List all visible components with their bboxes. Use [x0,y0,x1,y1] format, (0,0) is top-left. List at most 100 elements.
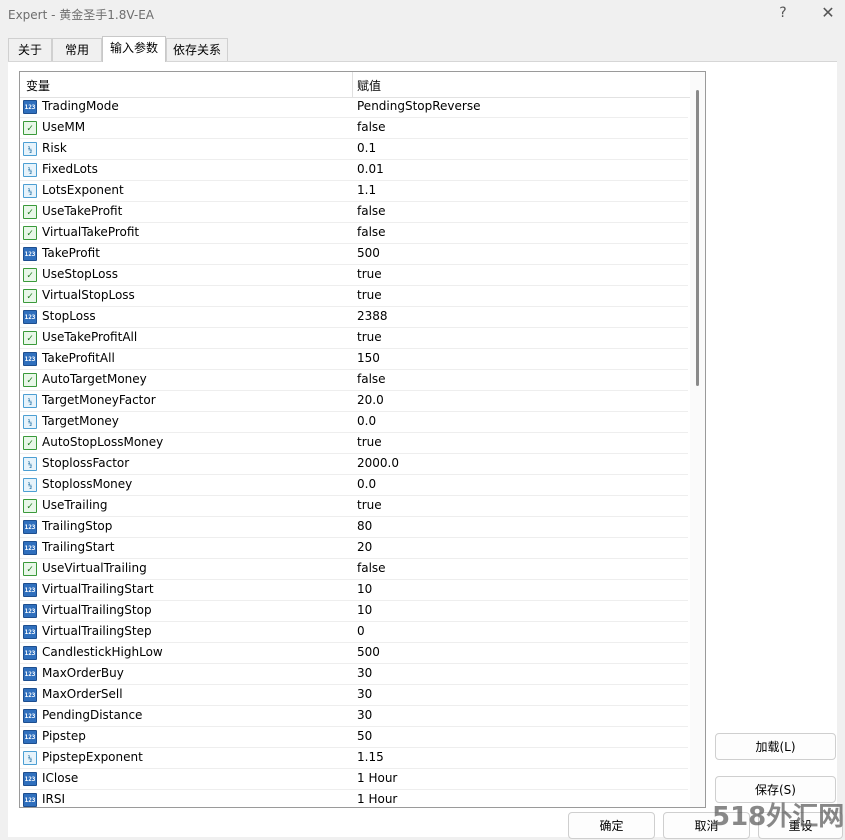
parameter-row[interactable]: ½ LotsExponent 1.1 [20,181,688,202]
parameter-name: VirtualTakeProfit [42,225,140,239]
scrollbar-thumb[interactable] [696,90,699,386]
parameter-row[interactable]: 123 IClose 1 Hour [20,769,688,790]
parameter-row[interactable]: 123 MaxOrderSell 30 [20,685,688,706]
parameter-value[interactable]: 150 [357,351,380,365]
parameter-row[interactable]: ½ Risk 0.1 [20,139,688,160]
bool-type-icon: ✓ [23,562,37,576]
parameter-value[interactable]: PendingStopReverse [357,99,481,113]
parameter-value[interactable]: 0 [357,624,365,638]
parameter-name: TakeProfitAll [42,351,115,365]
parameter-row[interactable]: ½ StoplossFactor 2000.0 [20,454,688,475]
parameter-value[interactable]: 0.0 [357,414,376,428]
parameter-row[interactable]: ✓ VirtualStopLoss true [20,286,688,307]
parameter-value[interactable]: 10 [357,603,372,617]
parameter-value[interactable]: false [357,120,386,134]
parameter-row[interactable]: ✓ UseMM false [20,118,688,139]
parameter-row[interactable]: ✓ AutoTargetMoney false [20,370,688,391]
help-button[interactable]: ? [770,2,796,24]
parameter-row[interactable]: ½ TargetMoney 0.0 [20,412,688,433]
parameter-value[interactable]: 20 [357,540,372,554]
parameter-value[interactable]: false [357,561,386,575]
parameter-value[interactable]: 80 [357,519,372,533]
parameter-row[interactable]: ✓ UseStopLoss true [20,265,688,286]
parameter-value[interactable]: 0.01 [357,162,384,176]
parameter-row[interactable]: ½ StoplossMoney 0.0 [20,475,688,496]
double-type-icon: ½ [23,478,37,492]
parameter-value[interactable]: false [357,204,386,218]
parameter-row[interactable]: ✓ UseVirtualTrailing false [20,559,688,580]
tab-dependencies[interactable]: 依存关系 [166,38,228,61]
parameter-row[interactable]: 123 VirtualTrailingStart 10 [20,580,688,601]
parameter-value[interactable]: true [357,288,382,302]
parameter-value[interactable]: 500 [357,645,380,659]
bool-type-icon: ✓ [23,226,37,240]
tab-inputs[interactable]: 输入参数 [102,36,166,62]
parameter-value[interactable]: 30 [357,666,372,680]
header-value[interactable]: 赋值 [357,77,381,94]
tab-common[interactable]: 常用 [52,38,102,61]
parameter-value[interactable]: 1.15 [357,750,384,764]
parameter-row[interactable]: 123 TakeProfitAll 150 [20,349,688,370]
parameter-row[interactable]: ✓ UseTakeProfitAll true [20,328,688,349]
bool-type-icon: ✓ [23,289,37,303]
parameter-name: VirtualStopLoss [42,288,135,302]
parameter-row[interactable]: 123 TradingMode PendingStopReverse [20,97,688,118]
parameter-value[interactable]: 0.0 [357,477,376,491]
parameter-row[interactable]: ✓ UseTrailing true [20,496,688,517]
parameter-value[interactable]: true [357,330,382,344]
parameter-value[interactable]: 2000.0 [357,456,399,470]
parameter-value[interactable]: 0.1 [357,141,376,155]
parameter-name: IRSI [42,792,66,806]
double-type-icon: ½ [23,415,37,429]
parameter-value[interactable]: 1 Hour [357,792,397,806]
parameter-value[interactable]: 20.0 [357,393,384,407]
parameter-row[interactable]: 123 MaxOrderBuy 30 [20,664,688,685]
parameter-row[interactable]: ✓ AutoStopLossMoney true [20,433,688,454]
parameter-row[interactable]: 123 CandlestickHighLow 500 [20,643,688,664]
parameter-value[interactable]: 500 [357,246,380,260]
parameter-name: VirtualTrailingStep [42,624,152,638]
parameter-row[interactable]: 123 PendingDistance 30 [20,706,688,727]
vertical-scrollbar[interactable] [690,72,705,807]
watermark-logo: 518外汇网 [712,802,845,832]
parameter-value[interactable]: true [357,267,382,281]
parameter-value[interactable]: false [357,372,386,386]
column-divider[interactable] [352,72,353,97]
parameter-name: Risk [42,141,67,155]
parameter-name: VirtualTrailingStart [42,582,154,596]
parameter-value[interactable]: 1.1 [357,183,376,197]
parameter-value[interactable]: true [357,498,382,512]
parameter-row[interactable]: 123 Pipstep 50 [20,727,688,748]
parameter-row[interactable]: ✓ UseTakeProfit false [20,202,688,223]
parameter-row[interactable]: ½ FixedLots 0.01 [20,160,688,181]
parameter-row[interactable]: ½ PipstepExponent 1.15 [20,748,688,769]
parameter-value[interactable]: 2388 [357,309,388,323]
close-button[interactable]: ✕ [815,2,841,24]
tab-about[interactable]: 关于 [8,38,52,61]
int-type-icon: 123 [23,100,37,114]
parameter-value[interactable]: true [357,435,382,449]
parameter-value[interactable]: false [357,225,386,239]
parameter-row[interactable]: 123 VirtualTrailingStop 10 [20,601,688,622]
parameter-value[interactable]: 50 [357,729,372,743]
parameter-row[interactable]: 123 TrailingStop 80 [20,517,688,538]
parameter-value[interactable]: 30 [357,708,372,722]
parameter-value[interactable]: 1 Hour [357,771,397,785]
parameter-row[interactable]: 123 TrailingStart 20 [20,538,688,559]
parameter-name: StoplossMoney [42,477,133,491]
header-variable[interactable]: 变量 [26,77,50,94]
ok-button[interactable]: 确定 [568,812,655,839]
parameter-name: UseTakeProfit [42,204,123,218]
parameter-name: TrailingStart [42,540,115,554]
load-button[interactable]: 加载(L) [715,733,836,760]
parameter-name: UseStopLoss [42,267,119,281]
parameter-value[interactable]: 30 [357,687,372,701]
parameter-row[interactable]: 123 TakeProfit 500 [20,244,688,265]
parameter-row[interactable]: ✓ VirtualTakeProfit false [20,223,688,244]
parameter-row[interactable]: ½ TargetMoneyFactor 20.0 [20,391,688,412]
window-title: Expert - 黄金圣手1.8V-EA [8,8,154,22]
parameter-row[interactable]: 123 IRSI 1 Hour [20,790,688,807]
parameter-row[interactable]: 123 StopLoss 2388 [20,307,688,328]
parameter-row[interactable]: 123 VirtualTrailingStep 0 [20,622,688,643]
parameter-value[interactable]: 10 [357,582,372,596]
